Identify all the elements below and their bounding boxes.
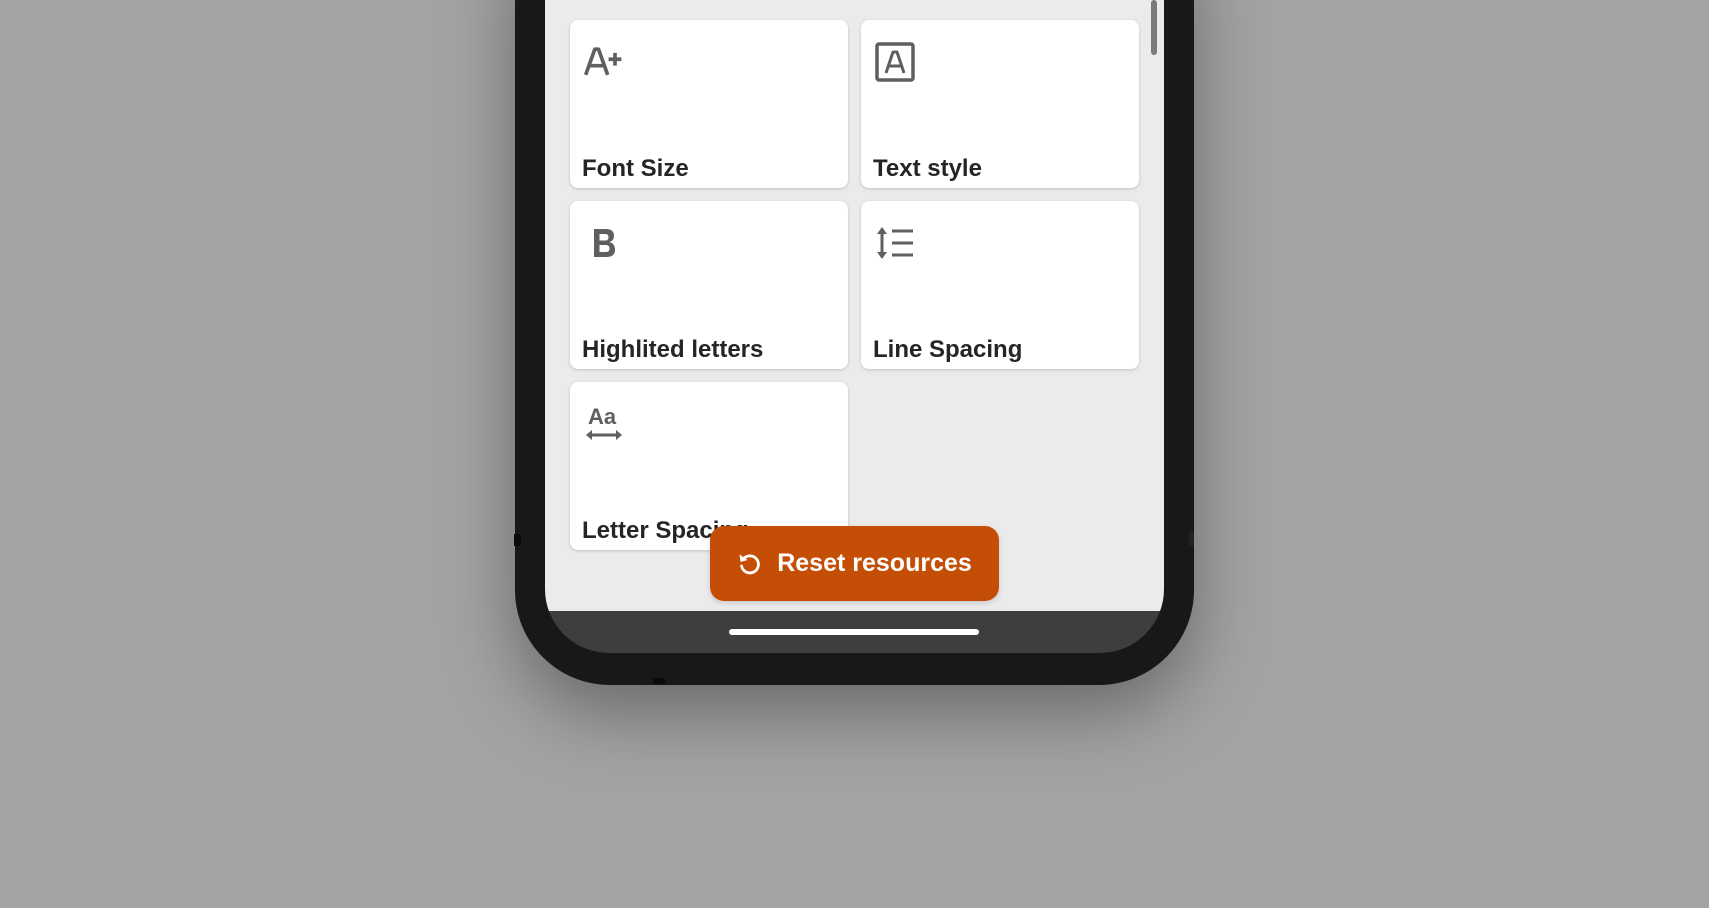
reset-icon [737,551,763,577]
line-spacing-card[interactable]: Line Spacing [861,201,1139,369]
font-size-increase-icon [582,40,626,84]
letter-spacing-card[interactable]: Aa Letter Spacing [570,382,848,550]
phone-bottom-notch [653,678,665,684]
font-size-card[interactable]: Font Size [570,20,848,188]
bold-icon [582,221,626,265]
line-spacing-icon [873,221,917,265]
svg-text:Aa: Aa [588,404,617,429]
phone-side-button [1189,532,1194,546]
accessibility-options-panel: Font Size Text style Highlited letters L… [545,0,1164,611]
scrollbar[interactable] [1151,0,1157,55]
phone-side-button [514,534,521,546]
line-spacing-label: Line Spacing [873,336,1023,363]
home-indicator[interactable] [729,629,979,635]
text-style-icon [873,40,917,84]
text-style-card[interactable]: Text style [861,20,1139,188]
reset-resources-button[interactable]: Reset resources [710,526,999,601]
highlighted-letters-card[interactable]: Highlited letters [570,201,848,369]
letter-spacing-icon: Aa [582,402,626,446]
font-size-label: Font Size [582,155,689,182]
text-style-label: Text style [873,155,982,182]
reset-resources-label: Reset resources [777,549,972,577]
highlighted-letters-label: Highlited letters [582,336,764,363]
